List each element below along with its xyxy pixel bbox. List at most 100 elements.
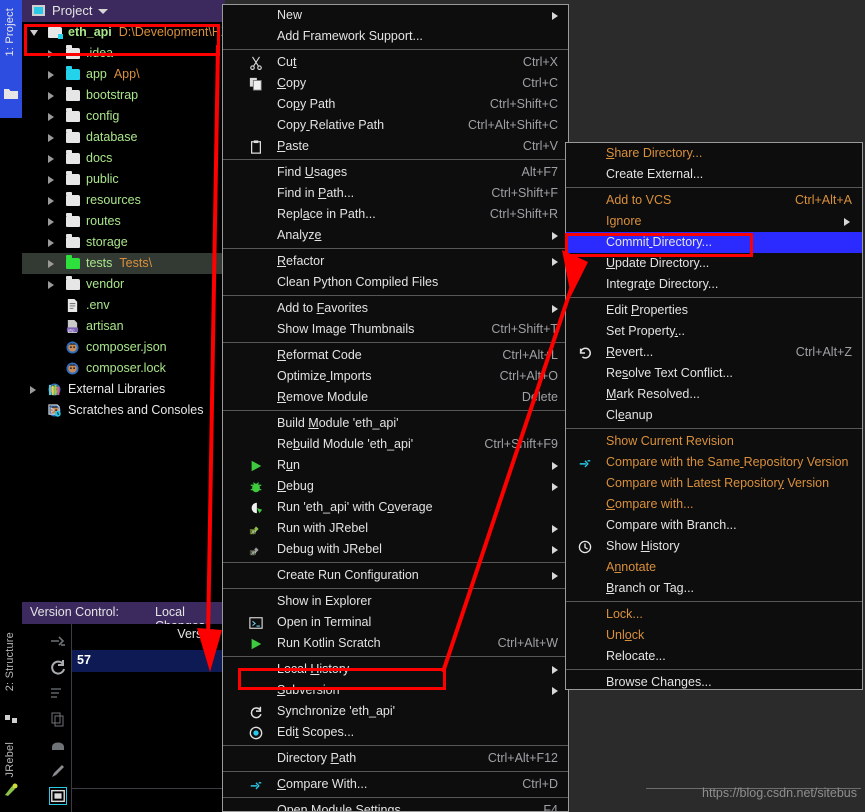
menu-item-copy-path[interactable]: Copy Path Ctrl+Shift+C <box>223 94 568 115</box>
tool-strip-label-structure[interactable]: 2: Structure <box>4 632 16 691</box>
menu-item-clean-python-compiled-files[interactable]: Clean Python Compiled Files <box>223 272 568 293</box>
menu-item-open-in-terminal[interactable]: Open in Terminal <box>223 612 568 633</box>
menu-item-show-in-explorer[interactable]: Show in Explorer <box>223 591 568 612</box>
subversion-submenu[interactable]: Share Directory... Create External... Add … <box>565 142 863 690</box>
project-panel-header[interactable]: Project <box>22 0 225 22</box>
menu-item-debug[interactable]: Debug <box>223 476 568 497</box>
menu-item-find-in-path[interactable]: Find in Path... Ctrl+Shift+F <box>223 183 568 204</box>
menu-item-compare-with[interactable]: Compare with... <box>566 494 862 515</box>
menu-item-remove-module[interactable]: Remove Module Delete <box>223 387 568 408</box>
menu-item-mark-resolved[interactable]: Mark Resolved... <box>566 384 862 405</box>
tree-node-public[interactable]: public <box>22 169 225 190</box>
chevron-right-icon[interactable] <box>48 113 54 121</box>
menu-item-paste[interactable]: Paste Ctrl+V <box>223 136 568 157</box>
menu-item-run-with-jrebel[interactable]: JR Run with JRebel <box>223 518 568 539</box>
menu-item-cleanup[interactable]: Cleanup <box>566 405 862 426</box>
menu-item-compare-with-the-same-repository-version[interactable]: Compare with the Same Repository Version <box>566 452 862 473</box>
menu-item-run-eth-api-with-coverage[interactable]: Run 'eth_api' with Coverage <box>223 497 568 518</box>
tool-strip-label-jrebel[interactable]: JRebel <box>4 742 16 777</box>
menu-item-synchronize-eth-api[interactable]: Synchronize 'eth_api' <box>223 701 568 722</box>
group-icon[interactable] <box>49 684 67 702</box>
menu-item-unlock[interactable]: Unlock <box>566 625 862 646</box>
chevron-right-icon[interactable] <box>48 71 54 79</box>
menu-item-replace-in-path[interactable]: Replace in Path... Ctrl+Shift+R <box>223 204 568 225</box>
menu-item-optimize-imports[interactable]: Optimize Imports Ctrl+Alt+O <box>223 366 568 387</box>
menu-item-copy-relative-path[interactable]: Copy Relative Path Ctrl+Alt+Shift+C <box>223 115 568 136</box>
menu-item-integrate-directory[interactable]: Integrate Directory... <box>566 274 862 295</box>
chevron-right-icon[interactable] <box>48 92 54 100</box>
menu-item-new[interactable]: New <box>223 5 568 26</box>
menu-item-reformat-code[interactable]: Reformat Code Ctrl+Alt+L <box>223 345 568 366</box>
show-diff-icon[interactable] <box>49 787 67 805</box>
menu-item-directory-path[interactable]: Directory Path Ctrl+Alt+F12 <box>223 748 568 769</box>
menu-item-update-directory[interactable]: Update Directory... <box>566 253 862 274</box>
menu-item-build-module-eth-api[interactable]: Build Module 'eth_api' <box>223 413 568 434</box>
tree-node-resources[interactable]: resources <box>22 190 225 211</box>
menu-item-show-current-revision[interactable]: Show Current Revision <box>566 431 862 452</box>
chevron-right-icon[interactable] <box>48 134 54 142</box>
menu-item-cut[interactable]: Cut Ctrl+X <box>223 52 568 73</box>
menu-item-open-module-settings[interactable]: Open Module Settings F4 <box>223 800 568 811</box>
menu-item-subversion[interactable]: Subversion <box>223 680 568 701</box>
menu-item-annotate[interactable]: Annotate <box>566 557 862 578</box>
chevron-right-icon[interactable] <box>48 50 54 58</box>
tree-node-eth-api[interactable]: eth_api D:\Development\HX <box>22 22 229 43</box>
menu-item-create-run-configuration[interactable]: Create Run Configuration <box>223 565 568 586</box>
tree-node-vendor[interactable]: vendor <box>22 274 225 295</box>
menu-item-rebuild-module-eth-api[interactable]: Rebuild Module 'eth_api' Ctrl+Shift+F9 <box>223 434 568 455</box>
chevron-right-icon[interactable] <box>48 197 54 205</box>
tree-node-artisan[interactable]: php artisan <box>22 316 225 337</box>
copy-icon[interactable] <box>49 710 67 728</box>
tree-node-env[interactable]: .env <box>22 295 225 316</box>
menu-item-compare-with[interactable]: Compare With... Ctrl+D <box>223 774 568 795</box>
tree-node-routes[interactable]: routes <box>22 211 225 232</box>
menu-item-browse-changes[interactable]: Browse Changes... <box>566 672 862 693</box>
tree-node-composer-json[interactable]: composer.json <box>22 337 225 358</box>
menu-item-commit-directory[interactable]: Commit Directory... <box>566 232 862 253</box>
menu-item-compare-with-latest-repository-version[interactable]: Compare with Latest Repository Version <box>566 473 862 494</box>
tree-node-composer-lock[interactable]: composer.lock <box>22 358 225 379</box>
chevron-right-icon[interactable] <box>48 176 54 184</box>
menu-item-create-external[interactable]: Create External... <box>566 164 862 185</box>
chevron-right-icon[interactable] <box>30 386 36 394</box>
edit-icon[interactable] <box>49 762 67 780</box>
chevron-right-icon[interactable] <box>48 260 54 268</box>
local-changes-table[interactable]: Version 57 <box>72 624 225 812</box>
menu-item-branch-or-tag[interactable]: Branch or Tag... <box>566 578 862 599</box>
tree-node-app[interactable]: app App\ <box>22 64 225 85</box>
tree-node-bootstrap[interactable]: bootstrap <box>22 85 225 106</box>
menu-item-add-framework-support[interactable]: Add Framework Support... <box>223 26 568 47</box>
chevron-down-icon[interactable] <box>98 9 108 14</box>
menu-item-edit-properties[interactable]: Edit Properties <box>566 300 862 321</box>
chevron-right-icon[interactable] <box>48 239 54 247</box>
tree-node-tests[interactable]: tests Tests\ <box>22 253 225 274</box>
tree-node-scratches-and-consoles[interactable]: Scratches and Consoles <box>22 400 225 421</box>
menu-item-show-history[interactable]: Show History <box>566 536 862 557</box>
menu-item-ignore[interactable]: Ignore <box>566 211 862 232</box>
tree-node-storage[interactable]: storage <box>22 232 225 253</box>
refresh-icon[interactable] <box>49 658 67 676</box>
tree-node-idea[interactable]: .idea <box>22 43 225 64</box>
tree-node-external-libraries[interactable]: External Libraries <box>22 379 225 400</box>
menu-item-debug-with-jrebel[interactable]: JR Debug with JRebel <box>223 539 568 560</box>
menu-item-find-usages[interactable]: Find Usages Alt+F7 <box>223 162 568 183</box>
tree-node-config[interactable]: config <box>22 106 225 127</box>
menu-item-run[interactable]: Run <box>223 455 568 476</box>
menu-item-revert[interactable]: Revert... Ctrl+Alt+Z <box>566 342 862 363</box>
menu-item-edit-scopes[interactable]: Edit Scopes... <box>223 722 568 743</box>
chevron-right-icon[interactable] <box>48 218 54 226</box>
tool-strip-label-project[interactable]: 1: Project <box>4 8 16 56</box>
menu-item-lock[interactable]: Lock... <box>566 604 862 625</box>
compare-icon[interactable] <box>49 632 67 650</box>
menu-item-compare-with-branch[interactable]: Compare with Branch... <box>566 515 862 536</box>
chevron-down-icon[interactable] <box>30 30 38 36</box>
chevron-right-icon[interactable] <box>48 281 54 289</box>
project-tree[interactable]: eth_api D:\Development\HX .idea app App\ boot… <box>22 22 229 421</box>
menu-item-refactor[interactable]: Refactor <box>223 251 568 272</box>
menu-item-add-to-vcs[interactable]: Add to VCS Ctrl+Alt+A <box>566 190 862 211</box>
menu-item-add-to-favorites[interactable]: Add to Favorites <box>223 298 568 319</box>
shelve-icon[interactable] <box>49 736 67 754</box>
project-context-menu[interactable]: New Add Framework Support... Cut Ctrl+X Copy… <box>222 4 569 812</box>
menu-item-show-image-thumbnails[interactable]: Show Image Thumbnails Ctrl+Shift+T <box>223 319 568 340</box>
menu-item-share-directory[interactable]: Share Directory... <box>566 143 862 164</box>
